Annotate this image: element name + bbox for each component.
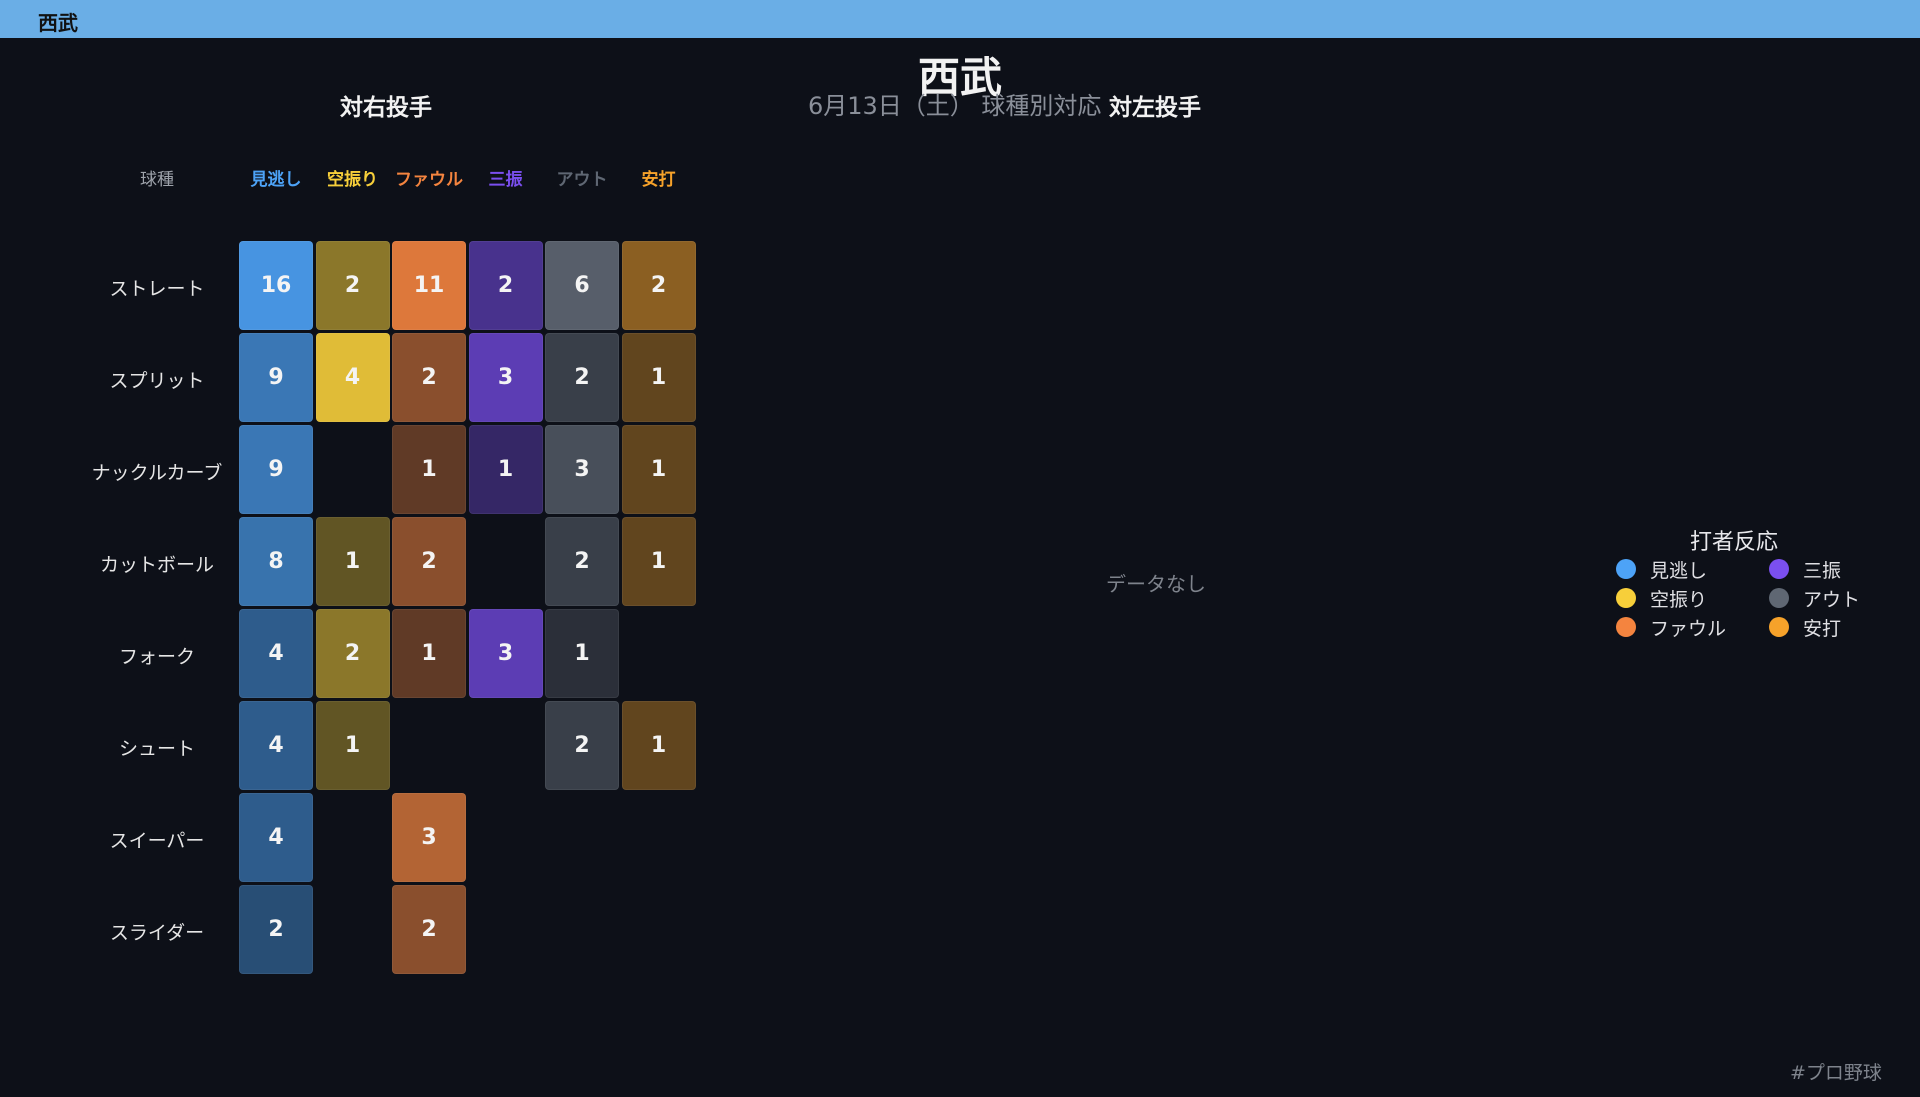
window-title: 西武 (38, 11, 78, 35)
left-pitcher-panel-title: 対左投手 (1109, 95, 1201, 121)
heatmap-cell: 2 (545, 517, 619, 606)
legend-label: ファウル (1650, 617, 1727, 640)
heatmap-cell: 1 (392, 425, 466, 514)
row-label: スライダー (109, 922, 205, 944)
row-label: シュート (118, 738, 195, 760)
heatmap-cell: 4 (239, 793, 313, 882)
heatmap-cell: 3 (468, 333, 543, 422)
heatmap-cell: 4 (315, 333, 390, 422)
column-header: 空振り (327, 170, 378, 190)
heatmap-cell: 1 (315, 701, 390, 790)
heatmap-cell: 9 (239, 425, 313, 514)
heatmap-cell: 6 (545, 241, 619, 330)
row-header-label: 球種 (140, 170, 174, 190)
legend-item: 空振り (1616, 586, 1708, 611)
heatmap-cell: 4 (239, 701, 313, 790)
heatmap-cell: 8 (239, 517, 313, 606)
right-pitcher-panel-title: 対右投手 (340, 95, 432, 121)
column-header: ファウル (395, 170, 463, 190)
heatmap-cell: 3 (392, 793, 466, 882)
heatmap-cell: 1 (621, 701, 696, 790)
row-label: カットボール (99, 554, 214, 576)
legend-label: 見逃し (1650, 559, 1708, 582)
heatmap-cell: 1 (392, 609, 466, 698)
chart-subtitle: 6月13日（土） 球種別対応 (808, 92, 1102, 120)
legend-title: 打者反応 (1690, 530, 1779, 555)
row-label: スイーパー (109, 830, 205, 852)
row-label: ストレート (109, 278, 205, 300)
legend-label: 空振り (1650, 588, 1708, 611)
heatmap-cell: 1 (545, 609, 619, 698)
legend-dot-icon (1616, 617, 1636, 637)
row-label: ナックルカーブ (91, 462, 223, 484)
legend-dot-icon (1769, 617, 1789, 637)
heatmap-cell: 2 (545, 701, 619, 790)
heatmap-cell: 1 (621, 425, 696, 514)
column-header: 三振 (488, 170, 523, 190)
heatmap-cell: 2 (468, 241, 543, 330)
heatmap-cell: 2 (392, 517, 466, 606)
row-label: フォーク (118, 646, 195, 668)
row-label: スプリット (109, 370, 205, 392)
legend-item: ファウル (1616, 615, 1727, 640)
column-header: 見逃し (250, 170, 302, 190)
heatmap-cell: 9 (239, 333, 313, 422)
heatmap-cell: 16 (239, 241, 313, 330)
column-header: アウト (556, 170, 608, 190)
heatmap-cell: 2 (239, 885, 313, 974)
legend-dot-icon (1616, 588, 1636, 608)
heatmap-cell: 1 (468, 425, 543, 514)
legend-label: アウト (1803, 588, 1861, 611)
heatmap-cell: 2 (315, 241, 390, 330)
legend-label: 三振 (1803, 559, 1842, 582)
heatmap-cell: 2 (315, 609, 390, 698)
top-bar: 西武 (0, 0, 1920, 38)
column-header: 安打 (641, 170, 676, 190)
heatmap-cell: 4 (239, 609, 313, 698)
heatmap-cell: 1 (621, 517, 696, 606)
heatmap-cell: 2 (392, 333, 466, 422)
legend-dot-icon (1769, 588, 1789, 608)
heatmap-cell: 2 (545, 333, 619, 422)
heatmap-cell: 1 (315, 517, 390, 606)
heatmap-cell: 2 (621, 241, 696, 330)
legend-item: 三振 (1769, 557, 1842, 582)
legend-dot-icon (1616, 559, 1636, 579)
legend-label: 安打 (1803, 617, 1842, 640)
legend-item: 見逃し (1616, 557, 1708, 582)
no-data-text: データなし (1106, 572, 1206, 596)
heatmap-cell: 2 (392, 885, 466, 974)
heatmap-cell: 3 (468, 609, 543, 698)
legend-item: 安打 (1769, 615, 1842, 640)
heatmap-cell: 1 (621, 333, 696, 422)
heatmap-cell: 3 (545, 425, 619, 514)
legend-item: アウト (1769, 586, 1861, 611)
legend-dot-icon (1769, 559, 1789, 579)
heatmap-cell: 11 (392, 241, 466, 330)
hashtag-watermark: #プロ野球 (1790, 1062, 1882, 1084)
